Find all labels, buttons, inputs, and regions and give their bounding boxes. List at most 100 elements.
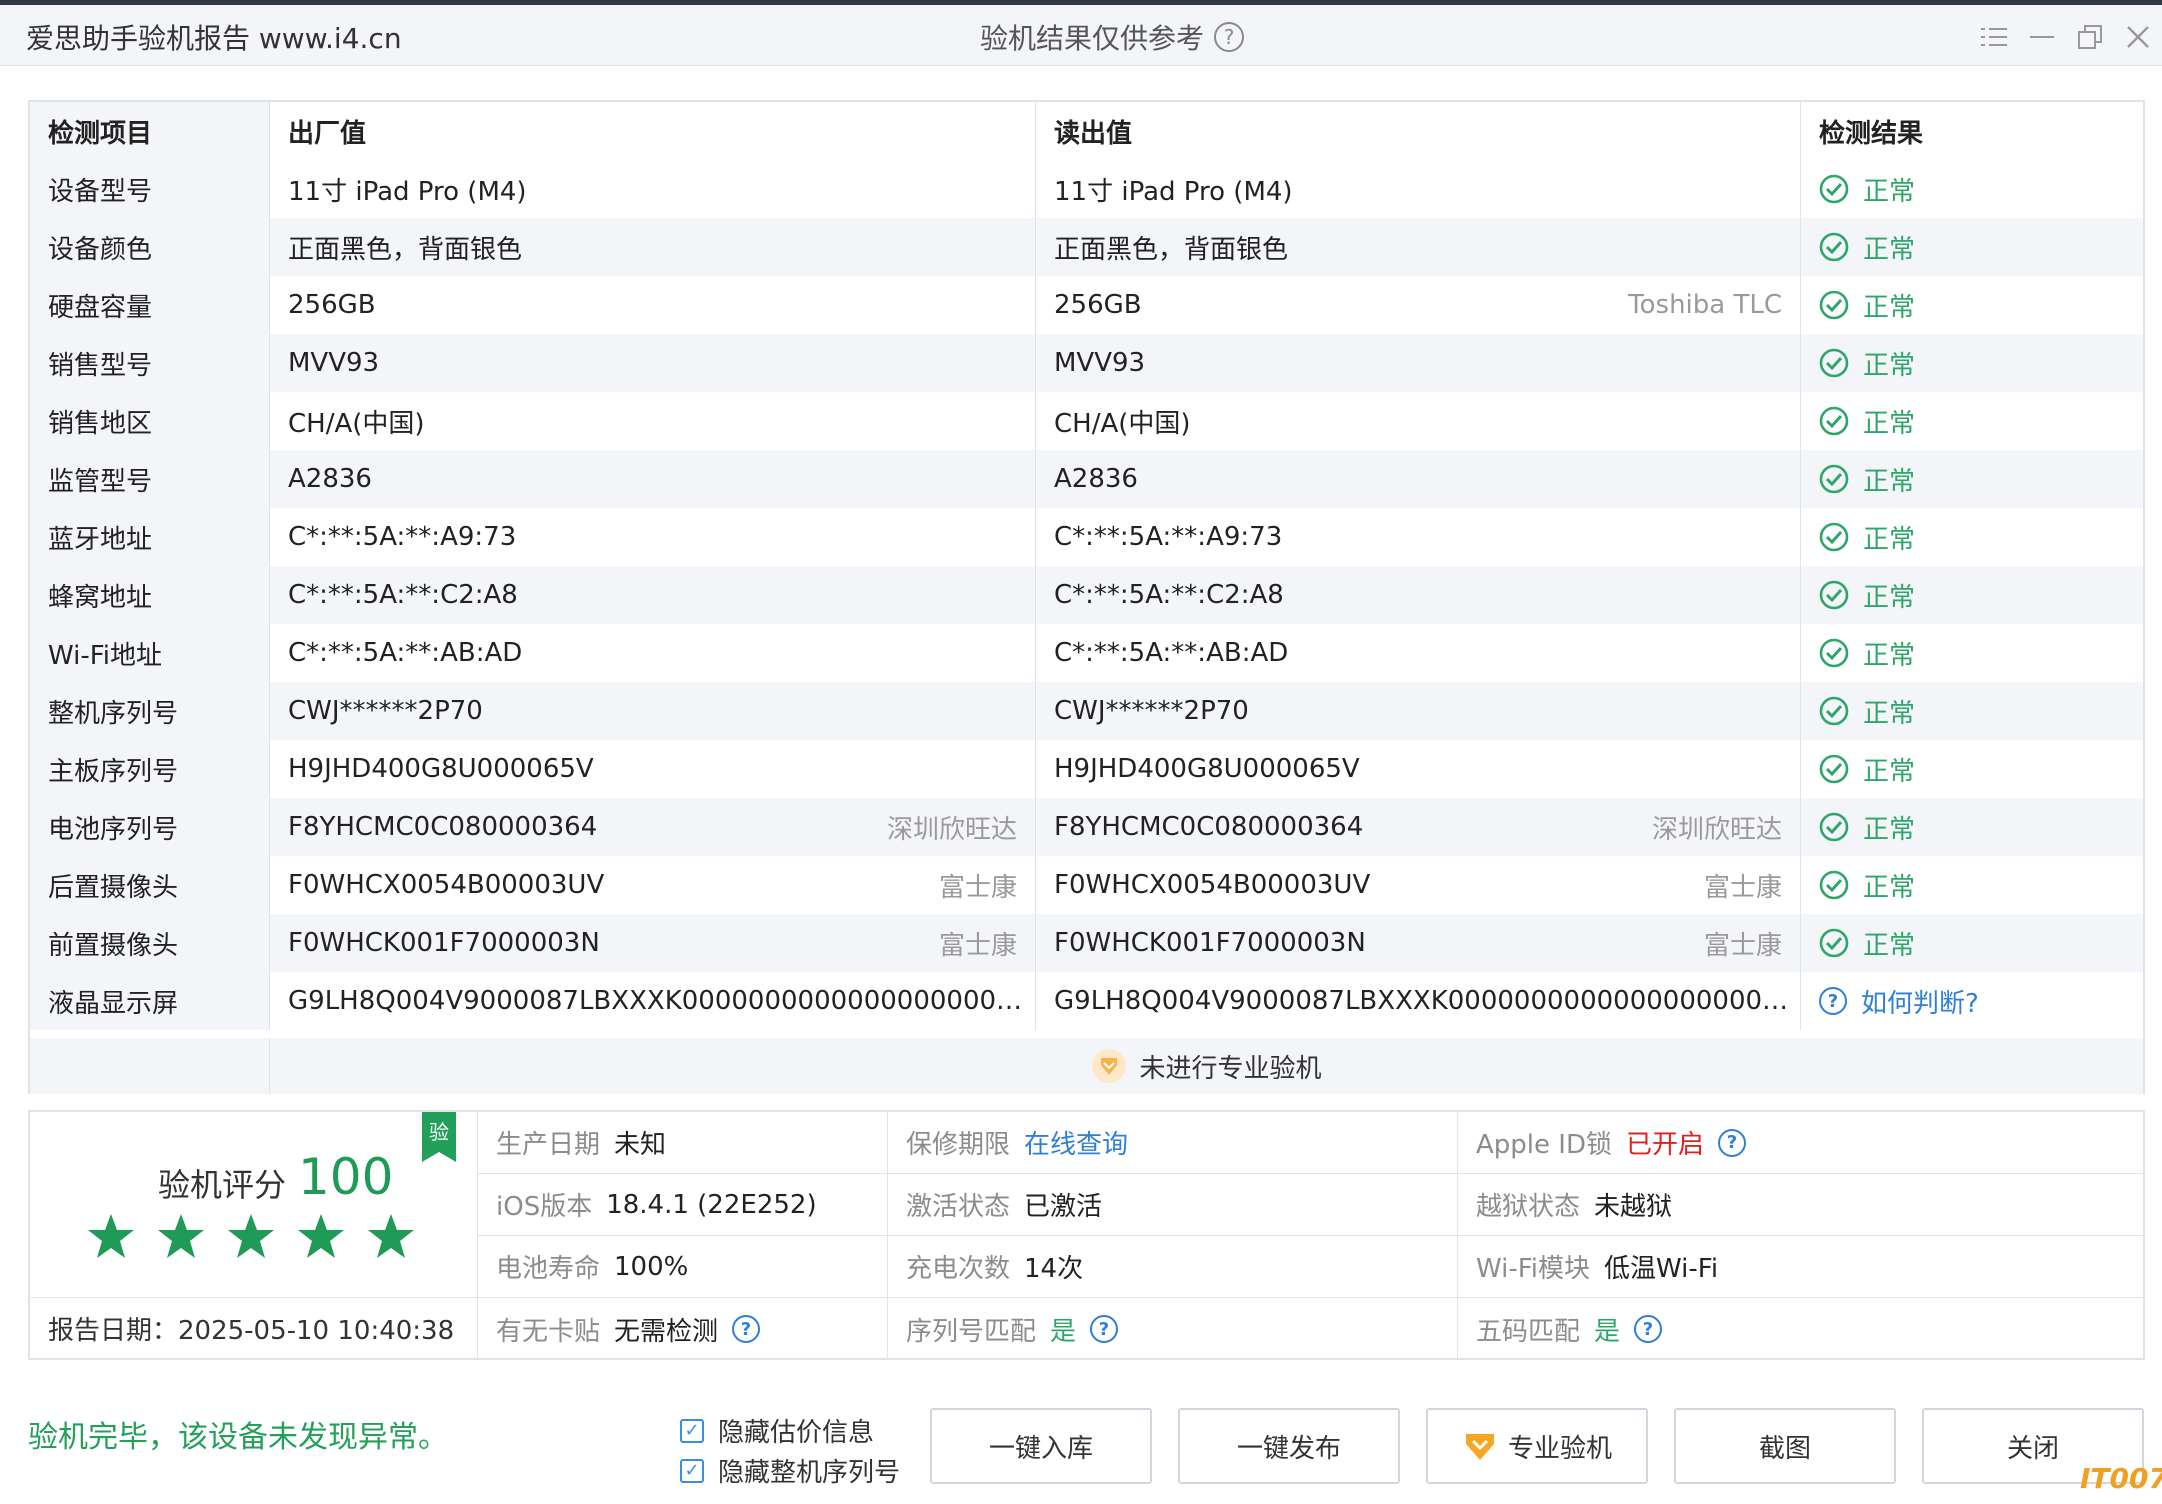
row-factory-note: 富士康 (938, 872, 1017, 903)
row-result[interactable]: ? 如何判断? (1801, 972, 2143, 1030)
star-icon (158, 1214, 204, 1258)
row-result: 正常 (1801, 914, 2143, 972)
row-result: 正常 (1801, 450, 2143, 508)
row-result: 正常 (1801, 624, 2143, 682)
star-icon (298, 1214, 344, 1258)
table-row: Wi-Fi地址 C*:**:5A:**:AB:AD C*:**:5A:**:AB:A… (30, 624, 2143, 682)
row-result: 正常 (1801, 392, 2143, 450)
score-label: 验机评分 (158, 1166, 287, 1204)
close-icon[interactable] (2120, 19, 2156, 55)
restore-icon[interactable] (2072, 19, 2108, 55)
row-item: 硬盘容量 (30, 276, 270, 334)
menu-icon[interactable] (1976, 19, 2012, 55)
star-icon (228, 1214, 274, 1258)
check-circle-icon (1819, 812, 1849, 842)
disclaimer-text: 验机结果仅供参考 (980, 22, 1205, 55)
row-read-value: H9JHD400G8U000065V (1036, 740, 1801, 798)
row-factory-value: C*:**:5A:**:A9:73 (270, 508, 1036, 566)
score-value: 100 (298, 1148, 394, 1206)
row-item: 整机序列号 (30, 682, 270, 740)
checkbox-checked-icon[interactable]: ✓ (680, 1418, 704, 1443)
pro-inspection-button[interactable]: 专业验机 (1426, 1408, 1648, 1484)
row-factory-value: F8YHCMC0C080000364 深圳欣旺达 (270, 798, 1036, 856)
row-factory-value: 正面黑色，背面银色 (270, 218, 1036, 276)
status-message: 验机完毕，该设备未发现异常。 (28, 1420, 448, 1455)
inspection-badge: 验 (422, 1112, 456, 1162)
row-factory-value: A2836 (270, 450, 1036, 508)
row-read-value: CH/A(中国) (1036, 392, 1801, 450)
table-row: 后置摄像头 F0WHCX0054B00003UV 富士康 F0WHCX0054B000… (30, 856, 2143, 914)
row-read-value: F0WHCK001F7000003N 富士康 (1036, 914, 1801, 972)
row-item: 后置摄像头 (30, 856, 270, 914)
row-factory-value: F0WHCX0054B00003UV 富士康 (270, 856, 1036, 914)
row-read-value: MVV93 (1036, 334, 1801, 392)
score-card: 验机评分 100 验 (30, 1112, 478, 1298)
help-icon[interactable]: ? (1819, 987, 1847, 1015)
table-row: 销售地区 CH/A(中国) CH/A(中国) 正常 (30, 392, 2143, 450)
row-item: Wi-Fi地址 (30, 624, 270, 682)
row-read-value: 正面黑色，背面银色 (1036, 218, 1801, 276)
row-factory-value: CWJ******2P70 (270, 682, 1036, 740)
help-icon[interactable]: ? (732, 1315, 761, 1343)
row-item: 前置摄像头 (30, 914, 270, 972)
how-to-judge-link[interactable]: 如何判断? (1861, 983, 1979, 1020)
summary-panel: 验机评分 100 验 报告日期：2025-05-10 10:40:38 生产日期… (28, 1110, 2145, 1360)
import-button[interactable]: 一键入库 (930, 1408, 1152, 1484)
info-prod-date: 生产日期 未知 (478, 1112, 888, 1174)
row-factory-value: G9LH8Q004V9000087LBXXXK00000000000000000… (270, 972, 1036, 1030)
table-row: 硬盘容量 256GB 256GB Toshiba TLC 正常 (30, 276, 2143, 334)
table-row: 整机序列号 CWJ******2P70 CWJ******2P70 正常 (30, 682, 2143, 740)
row-item: 蜂窝地址 (30, 566, 270, 624)
pro-inspection-status: 未进行专业验机 (270, 1038, 2143, 1094)
check-circle-icon (1819, 232, 1849, 262)
info-serial-match: 序列号匹配是? (888, 1298, 1458, 1360)
help-icon[interactable]: ? (1090, 1315, 1119, 1343)
row-read-value: 11寸 iPad Pro (M4) (1036, 160, 1801, 218)
title-bar: 爱思助手验机报告 www.i4.cn 验机结果仅供参考 ? (0, 0, 2162, 66)
row-read-value: 256GB Toshiba TLC (1036, 276, 1801, 334)
star-icon (88, 1214, 134, 1258)
row-read-note: 富士康 (1703, 872, 1782, 903)
header-result: 检测结果 (1801, 102, 2143, 160)
row-factory-value: 11寸 iPad Pro (M4) (270, 160, 1036, 218)
header-item: 检测项目 (30, 102, 270, 160)
row-factory-value: H9JHD400G8U000065V (270, 740, 1036, 798)
table-row: 前置摄像头 F0WHCK001F7000003N 富士康 F0WHCK001F7000… (30, 914, 2143, 972)
check-circle-icon (1819, 638, 1849, 668)
row-read-value: G9LH8Q004V9000087LBXXXK00000000000000000… (1036, 972, 1801, 1030)
hide-serial-label: 隐藏整机序列号 (718, 1458, 901, 1488)
checkbox-checked-icon[interactable]: ✓ (680, 1458, 704, 1483)
help-icon[interactable]: ? (1214, 22, 1245, 52)
check-circle-icon (1819, 522, 1849, 552)
rating-stars (86, 1212, 416, 1262)
hide-price-checkbox[interactable]: ✓ 隐藏估价信息 (680, 1412, 874, 1449)
row-item: 销售地区 (30, 392, 270, 450)
row-read-note: 富士康 (1703, 930, 1782, 961)
row-read-value: F0WHCX0054B00003UV 富士康 (1036, 856, 1801, 914)
publish-button[interactable]: 一键发布 (1178, 1408, 1400, 1484)
row-item: 监管型号 (30, 450, 270, 508)
row-item: 销售型号 (30, 334, 270, 392)
report-disclaimer: 验机结果仅供参考 ? (980, 17, 1245, 57)
check-circle-icon (1819, 696, 1849, 726)
row-factory-value: F0WHCK001F7000003N 富士康 (270, 914, 1036, 972)
header-read: 读出值 (1036, 102, 1801, 160)
help-icon[interactable]: ? (1634, 1315, 1663, 1343)
row-item: 设备型号 (30, 160, 270, 218)
screenshot-button[interactable]: 截图 (1674, 1408, 1896, 1484)
row-read-value: A2836 (1036, 450, 1801, 508)
table-row: 蜂窝地址 C*:**:5A:**:C2:A8 C*:**:5A:**:C2:A8 正常 (30, 566, 2143, 624)
table-row: 液晶显示屏 G9LH8Q004V9000087LBXXXK000000000000… (30, 972, 2143, 1030)
info-charge: 充电次数 14次 (888, 1236, 1458, 1298)
row-result: 正常 (1801, 160, 2143, 218)
check-circle-icon (1819, 928, 1849, 958)
shield-icon (1092, 1049, 1127, 1083)
row-read-value: C*:**:5A:**:AB:AD (1036, 624, 1801, 682)
help-icon[interactable]: ? (1717, 1128, 1746, 1157)
warranty-link[interactable]: 在线查询 (1024, 1124, 1128, 1161)
info-jailbreak: 越狱状态 未越狱 (1458, 1174, 2143, 1236)
minimize-icon[interactable] (2024, 19, 2060, 55)
hide-serial-checkbox[interactable]: ✓ 隐藏整机序列号 (680, 1452, 900, 1489)
check-circle-icon (1819, 406, 1849, 436)
row-result: 正常 (1801, 276, 2143, 334)
